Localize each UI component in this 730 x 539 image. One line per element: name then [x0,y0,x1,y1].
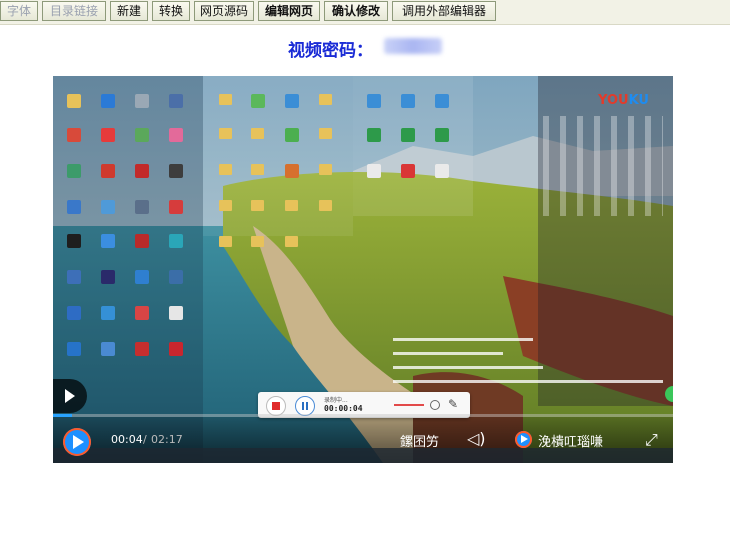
youku-link[interactable]: 浼樻叿瑙嗛 [538,431,603,450]
side-play-button[interactable] [53,379,87,413]
desktop-icon[interactable] [169,164,183,178]
font-button[interactable]: 字体 [0,1,38,21]
video-password-label: 视频密码： [288,41,373,61]
desktop-icon[interactable] [67,234,81,248]
desktop-icon[interactable] [135,270,149,284]
wallpaper-text-line [393,338,533,341]
youku-logo-icon [515,431,532,448]
desktop-icon[interactable] [101,306,115,320]
desktop-icon[interactable] [401,94,415,108]
desktop-icon[interactable] [435,128,449,142]
new-button[interactable]: 新建 [110,1,148,21]
recorder-time: 00:00:04 [324,404,363,413]
edit-page-button[interactable]: 编辑网页 [258,1,320,21]
current-time: 00:04 [111,433,143,446]
desktop-icon[interactable] [67,270,81,284]
folder-icon[interactable] [319,128,332,139]
folder-icon[interactable] [251,236,264,247]
fullscreen-icon[interactable]: ⤢ [645,430,658,450]
desktop-icon[interactable] [67,306,81,320]
folder-icon[interactable] [251,128,264,139]
desktop-icon[interactable] [401,128,415,142]
convert-button[interactable]: 转换 [152,1,190,21]
folder-icon[interactable] [285,236,298,247]
folder-icon[interactable] [319,94,332,105]
play-icon[interactable] [63,428,91,456]
desktop-icon[interactable] [101,128,115,142]
external-editor-button[interactable]: 调用外部编辑器 [392,1,496,21]
desktop-icon[interactable] [101,342,115,356]
desktop-icon[interactable] [135,164,149,178]
wallpaper-text-line [393,366,543,369]
toc-link-button[interactable]: 目录链接 [42,1,106,21]
calendar-widget [543,116,663,216]
desktop-icon[interactable] [135,94,149,108]
desktop-icon[interactable] [367,94,381,108]
desktop-icon[interactable] [67,342,81,356]
stop-icon[interactable] [266,396,286,416]
total-time: 02:17 [151,433,183,446]
desktop-icon[interactable] [101,270,115,284]
camera-icon[interactable] [430,400,440,410]
desktop-taskbar [53,448,673,463]
folder-icon[interactable] [285,200,298,211]
desktop-icon[interactable] [135,306,149,320]
pen-icon[interactable]: ✎ [448,397,458,411]
desktop-icon[interactable] [435,164,449,178]
quality-button[interactable]: 鏍囨竻 [400,431,439,450]
wallpaper-text-line [393,380,663,383]
recorder-level-meter [394,404,424,406]
youku-watermark: YOUKU [598,93,649,108]
confirm-edit-button[interactable]: 确认修改 [324,1,388,21]
volume-icon[interactable]: ◁) [467,429,486,448]
desktop-icon[interactable] [285,164,299,178]
desktop-icon[interactable] [135,200,149,214]
desktop-icon[interactable] [101,234,115,248]
desktop-icon[interactable] [135,342,149,356]
desktop-icon[interactable] [101,200,115,214]
desktop-icon[interactable] [135,234,149,248]
desktop-icon[interactable] [285,94,299,108]
desktop-icon[interactable] [251,94,265,108]
desktop-icon[interactable] [169,234,183,248]
folder-icon[interactable] [219,164,232,175]
desktop-icon[interactable] [67,94,81,108]
progress-fill [53,414,72,417]
folder-icon[interactable] [319,200,332,211]
progress-bar[interactable] [53,414,673,417]
desktop-icon[interactable] [169,200,183,214]
video-player[interactable]: YOUKU 录制中... 00:00:04 ✎ 00:04 / 02:17 鏍囨… [53,76,673,463]
folder-icon[interactable] [219,128,232,139]
desktop-icon[interactable] [67,200,81,214]
folder-icon[interactable] [319,164,332,175]
desktop-icon[interactable] [101,94,115,108]
desktop-icon[interactable] [101,164,115,178]
desktop-icon[interactable] [169,306,183,320]
desktop-icon[interactable] [435,94,449,108]
desktop-icon[interactable] [401,164,415,178]
pause-icon[interactable] [295,396,315,416]
folder-icon[interactable] [219,200,232,211]
time-separator: / [143,433,147,446]
video-password-value-blurred [384,38,442,54]
desktop-icon[interactable] [169,342,183,356]
desktop-icon[interactable] [169,94,183,108]
desktop-icon[interactable] [285,128,299,142]
recorder-status: 录制中... [324,397,348,404]
folder-icon[interactable] [251,200,264,211]
toolbar: 字体 目录链接 新建 转换 网页源码 编辑网页 确认修改 调用外部编辑器 [0,0,730,25]
desktop-icon[interactable] [367,128,381,142]
desktop-icon[interactable] [169,128,183,142]
folder-icon[interactable] [219,236,232,247]
desktop-icon[interactable] [67,128,81,142]
folder-icon[interactable] [219,94,232,105]
desktop-icon[interactable] [135,128,149,142]
wallpaper-text-line [393,352,503,355]
page-source-button[interactable]: 网页源码 [194,1,254,21]
desktop-icon[interactable] [169,270,183,284]
desktop-icon[interactable] [67,164,81,178]
desktop-icon[interactable] [367,164,381,178]
folder-icon[interactable] [251,164,264,175]
